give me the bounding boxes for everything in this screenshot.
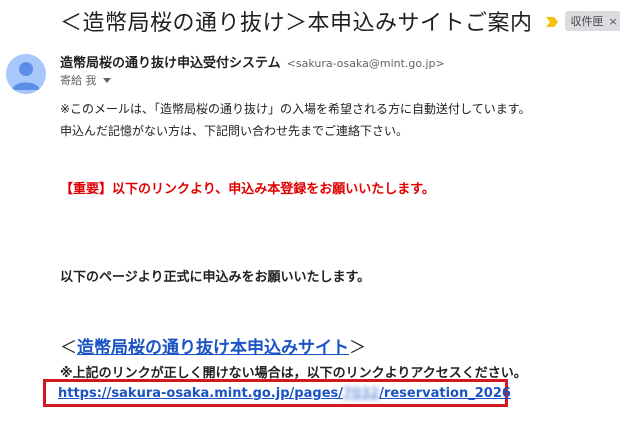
inbox-label-text: 収件匣 xyxy=(570,15,604,28)
request-text: 以下のページより正式に申込みをお願いいたします。 xyxy=(60,270,371,285)
details-dropdown-icon[interactable] xyxy=(102,76,111,84)
reservation-url-link[interactable]: https://sakura-osaka.mint.go.jp/pages/70… xyxy=(58,386,511,401)
subject-row: ＜造幣局桜の通り抜け＞本申込みサイトご案内 収件匣 × xyxy=(60,6,620,36)
site-bracket-close: ＞ xyxy=(349,338,366,358)
body-line-auto-notice: ※このメールは、「造幣局桜の通り抜け」の入場を希望される方に自動送付しています。 xyxy=(60,102,531,116)
importance-marker-icon[interactable] xyxy=(545,14,559,28)
recipient-row: 寄給 我 xyxy=(60,72,111,88)
site-link-line: ＜造幣局桜の通り抜け本申込みサイト＞ xyxy=(60,333,366,358)
sender-name[interactable]: 造幣局桜の通り抜け申込受付システム xyxy=(60,52,281,71)
sender-email: <sakura-osaka@mint.go.jp> xyxy=(286,57,445,70)
remove-label-icon[interactable]: × xyxy=(609,15,618,28)
important-notice: 【重要】以下のリンクより、申込み本登録をお願いいたします。 xyxy=(60,182,435,197)
url-prefix: https://sakura-osaka.mint.go.jp/pages/ xyxy=(58,386,343,401)
inbox-label-chip[interactable]: 収件匣 × xyxy=(564,11,620,31)
email-view: ＜造幣局桜の通り抜け＞本申込みサイトご案内 収件匣 × 造幣局桜の通り抜け申込受… xyxy=(0,0,620,430)
recipient-text: 寄給 我 xyxy=(60,74,97,87)
url-suffix: /reservation_2026 xyxy=(379,386,511,401)
person-avatar-icon xyxy=(6,54,46,94)
email-subject: ＜造幣局桜の通り抜け＞本申込みサイトご案内 xyxy=(60,11,533,36)
registration-site-link[interactable]: 造幣局桜の通り抜け本申込みサイト xyxy=(77,338,349,358)
body-line-contact: 申込んだ記憶がない方は、下記問い合わせ先までご連絡下さい。 xyxy=(60,124,409,138)
site-bracket-open: ＜ xyxy=(60,338,77,358)
sender-avatar[interactable] xyxy=(6,54,46,94)
sender-row: 造幣局桜の通り抜け申込受付システム <sakura-osaka@mint.go.… xyxy=(60,52,445,71)
url-blurred-segment: 7032 xyxy=(343,386,380,401)
